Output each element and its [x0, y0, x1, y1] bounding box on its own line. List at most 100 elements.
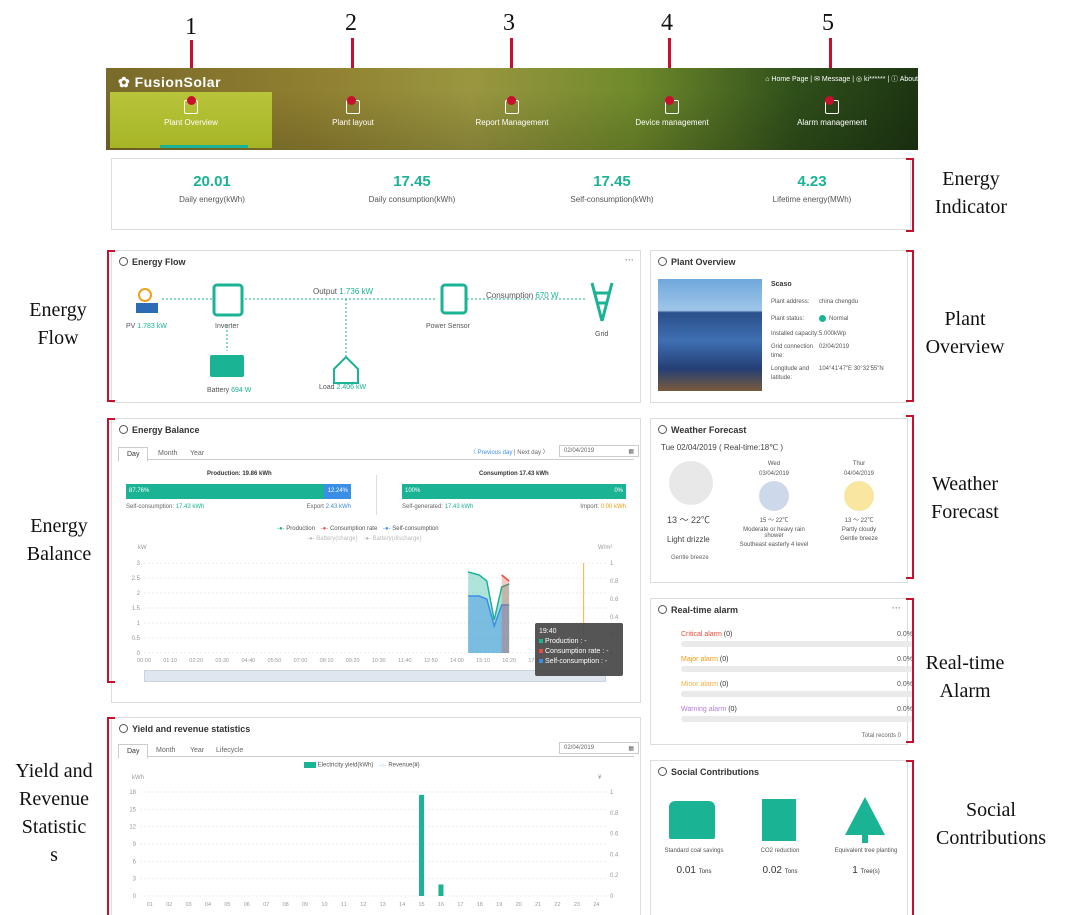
x-tick-label: 06 [244, 902, 250, 908]
self-gen-label: Self-generated: [402, 504, 444, 510]
chart-tooltip: 19:40 Production : - Consumption rate : … [535, 623, 623, 676]
label-line: Real-time [925, 652, 1005, 674]
summary-divider [376, 475, 377, 515]
annotation-number-3: 3 [503, 10, 515, 36]
calendar-icon[interactable]: ▦ [628, 745, 634, 752]
annotation-dot-4 [665, 96, 674, 105]
kpi-label: Daily consumption(kWh) [368, 195, 456, 204]
label-alarm: Real-time Alarm [920, 649, 1010, 705]
flow-icon [119, 257, 128, 266]
day-name: Wed [767, 461, 781, 467]
x-tick-label: 11 [341, 902, 347, 908]
more-menu-icon[interactable]: ··· [892, 603, 901, 613]
top-links[interactable]: ⌂ Home Page | ✉ Message | ◎ ki****** | ⓘ… [765, 74, 918, 84]
import-value: 0.00 kWh [600, 504, 626, 510]
coal-cart-icon [669, 801, 715, 839]
x-tick-label: 22 [554, 902, 560, 908]
production-title: Production: 19.86 kWh [207, 471, 272, 477]
x-tick-label: 19 [496, 902, 502, 908]
consumption-label: Consumption 670 W [486, 291, 559, 300]
alarm-row-minor[interactable]: Minor alarm (0) 0.0% [681, 681, 913, 697]
label-line: Statistic [21, 816, 87, 838]
next-day-link[interactable]: Next day 〉 [517, 450, 548, 456]
tooltip-text: Self-consumption : - [545, 658, 608, 665]
tab-day[interactable]: Day [118, 744, 149, 759]
x-tick-label: 23 [574, 902, 580, 908]
y2-tick-label: 1 [610, 561, 614, 567]
calendar-icon[interactable]: ▦ [628, 448, 634, 455]
legend-yield[interactable]: Electricity yield(kWh) [318, 763, 374, 769]
legend-consumption-rate[interactable]: Consumption rate [330, 526, 377, 532]
date-picker[interactable]: 02/04/2019 ▦ [559, 445, 639, 457]
plant-value: Normal [829, 316, 849, 322]
plant-key: Plant address: [771, 299, 810, 305]
label-weather: Weather Forecast [920, 470, 1010, 526]
annotation-dot-1 [187, 96, 196, 105]
label-line: Contributions [935, 827, 1046, 849]
yield-chart: 036912151800.20.40.60.8101 02 03 04 05 06 07 08… [129, 790, 619, 908]
x-tick-label: 05 [224, 902, 230, 908]
tree-icon [845, 797, 885, 843]
date-picker[interactable]: 02/04/2019 ▦ [559, 742, 639, 754]
y-axis-unit-left: kWh [132, 775, 144, 781]
plant-key: Grid connection time: [771, 344, 814, 359]
card-title: Yield and revenue statistics [132, 724, 251, 734]
consumption-footer: Self-generated: 17.43 kWh Import: 0.00 kW… [402, 504, 626, 510]
co2-reduction-label: CO2 reduction [760, 848, 800, 854]
battery-label: Battery 694 W [207, 387, 251, 394]
alarm-card: Real-time alarm ··· Critical alarm (0) 0.0… [650, 598, 913, 745]
app-logo[interactable]: ✿ FusionSolar [118, 74, 221, 91]
legend-revenue[interactable]: Revenue(¥) [388, 763, 419, 769]
plant-value: 5.000kWp [819, 331, 847, 337]
annotation-number-2: 2 [345, 10, 357, 36]
alarm-count: (0) [719, 681, 729, 688]
y2-tick-label: 1 [610, 790, 614, 796]
cons-left-pct: 100% [405, 488, 421, 494]
app-header: ✿ FusionSolar ⌂ Home Page | ✉ Message | … [106, 68, 918, 150]
more-menu-icon[interactable]: ··· [625, 255, 634, 265]
card-title: Weather Forecast [671, 425, 747, 435]
x-tick-label: 00:00 [137, 658, 151, 664]
y-tick-label: 3 [133, 877, 137, 883]
y-tick-label: 0 [137, 651, 141, 657]
day-temp: 15 ～ 22℃ [759, 518, 789, 524]
legend-production[interactable]: Production [286, 526, 315, 532]
plant-overview-card: Plant Overview Scaso Plant address: china… [650, 250, 908, 403]
import-label: Import: [580, 504, 599, 510]
annotation-number-5: 5 [822, 10, 834, 36]
y-tick-label: 1 [137, 621, 141, 627]
card-title: Plant Overview [671, 257, 736, 267]
legend-battery-discharge[interactable]: Battery(discharge) [373, 536, 422, 542]
tab-lifecycle[interactable]: Lifecycle [208, 744, 251, 757]
alarm-progress [681, 666, 913, 672]
alarm-row-warning[interactable]: Warning alarm (0) 0.0% [681, 706, 913, 722]
label-line: Energy [30, 515, 88, 537]
x-tick-label: 03 [185, 902, 191, 908]
kpi-self-consumption: 17.45 Self-consumption(kWh) [512, 173, 712, 204]
recycle-icon [658, 767, 667, 776]
today-temp: 13 ～ 22℃ [667, 515, 711, 525]
alarm-progress [681, 641, 913, 647]
x-tick-label: 08 [283, 902, 289, 908]
tab-month[interactable]: Month [150, 447, 185, 460]
tab-month[interactable]: Month [148, 744, 183, 757]
legend-self-consumption[interactable]: Self-consumption [392, 526, 438, 532]
tab-year[interactable]: Year [182, 447, 212, 460]
tooltip-row: Consumption rate : - [539, 647, 619, 657]
balance-legend: -●- Production -●- Consumption rate -●- … [277, 526, 439, 532]
card-title: Energy Balance [132, 425, 200, 435]
tab-day[interactable]: Day [118, 447, 149, 462]
legend-marker: -●- [320, 526, 329, 532]
energy-flow-card: Energy Flow ··· PV 1.783 kW Inverter Outp… [111, 250, 641, 403]
alarm-row-critical[interactable]: Critical alarm (0) 0.0% [681, 631, 913, 647]
tooltip-text: Production : - [545, 638, 587, 645]
previous-day-link[interactable]: 〈 Previous day [470, 450, 512, 456]
label-line: s [50, 844, 58, 866]
today-header: Tue 02/04/2019 ( Real-time:18℃ ) [661, 443, 784, 452]
alarm-row-major[interactable]: Major alarm (0) 0.0% [681, 656, 913, 672]
legend-battery-charge[interactable]: Battery(charge) [316, 536, 357, 542]
label-plant-overview: Plant Overview [920, 305, 1010, 361]
x-tick-label: 09:20 [346, 658, 360, 664]
nav-label: Plant Overview [164, 118, 218, 127]
energy-indicator-panel: 20.01 Daily energy(kWh) 17.45 Daily consum… [111, 158, 911, 230]
